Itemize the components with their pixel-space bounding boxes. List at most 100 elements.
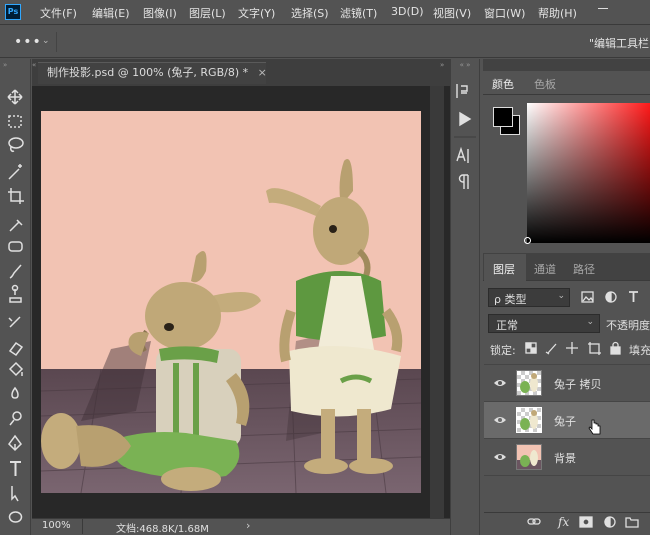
history-brush-tool-icon[interactable] bbox=[8, 316, 21, 328]
filter-adjustment-icon[interactable] bbox=[605, 291, 617, 303]
layers-bottom-icons: fx bbox=[527, 515, 639, 529]
chevron-down-icon[interactable]: ⌄ bbox=[42, 36, 50, 46]
lock-position-icon[interactable] bbox=[566, 342, 578, 354]
pen-tool-icon[interactable] bbox=[8, 434, 22, 452]
layer-row-selected[interactable]: 兔子 bbox=[484, 401, 650, 438]
tab-channels[interactable]: 通道 bbox=[534, 261, 556, 277]
visibility-eye-icon[interactable] bbox=[494, 451, 506, 463]
divider bbox=[82, 519, 83, 534]
lock-artboard-icon[interactable] bbox=[588, 342, 601, 355]
lock-label: 锁定: bbox=[490, 344, 516, 357]
tab-document[interactable]: 制作投影.psd @ 100% (兔子, RGB/8) * × bbox=[38, 62, 267, 84]
status-bar bbox=[32, 518, 450, 535]
minimize-icon[interactable] bbox=[598, 8, 608, 9]
healing-brush-tool-icon[interactable] bbox=[8, 241, 23, 252]
visibility-eye-icon[interactable] bbox=[494, 377, 506, 389]
panel-header bbox=[483, 59, 650, 71]
dock-icons bbox=[454, 84, 476, 189]
mask-icon[interactable] bbox=[579, 516, 593, 528]
hand-cursor-icon bbox=[588, 419, 601, 435]
layer-thumbnail bbox=[516, 407, 542, 433]
paragraph-icon[interactable] bbox=[458, 174, 469, 189]
group-folder-icon[interactable] bbox=[625, 517, 639, 528]
menu-edit[interactable]: 编辑(E) bbox=[92, 5, 130, 21]
photoshop-logo: Ps bbox=[5, 4, 21, 20]
magic-wand-tool-icon[interactable] bbox=[8, 164, 22, 180]
menu-type[interactable]: 文字(Y) bbox=[238, 5, 275, 21]
lock-image-icon[interactable] bbox=[545, 343, 557, 355]
layer-name: 背景 bbox=[554, 452, 576, 465]
visibility-eye-icon[interactable] bbox=[494, 414, 506, 426]
chevron-down-icon: ⌄ bbox=[557, 291, 565, 301]
vertical-scrollbar[interactable] bbox=[430, 86, 444, 518]
clone-stamp-tool-icon[interactable] bbox=[9, 284, 22, 303]
zoom-level[interactable]: 100% bbox=[42, 520, 71, 531]
filter-type-icon[interactable] bbox=[629, 291, 638, 302]
menu-layer[interactable]: 图层(L) bbox=[189, 5, 226, 21]
paint-bucket-tool-icon[interactable] bbox=[8, 361, 24, 377]
chevron-down-icon: ⌄ bbox=[586, 317, 594, 327]
filter-pixel-icon[interactable] bbox=[581, 291, 594, 303]
color-picker-field[interactable] bbox=[527, 103, 650, 243]
lock-all-icon[interactable] bbox=[610, 341, 621, 355]
edit-toolbar-label[interactable]: "编辑工具栏 bbox=[589, 35, 649, 51]
collapse-arrows-icon[interactable]: » bbox=[3, 61, 7, 69]
history-icon[interactable] bbox=[456, 84, 468, 98]
tab-layers[interactable]: 图层 bbox=[493, 261, 515, 277]
color-picker-cursor[interactable] bbox=[524, 237, 531, 244]
menu-help[interactable]: 帮助(H) bbox=[538, 5, 577, 21]
character-icon[interactable] bbox=[456, 146, 469, 163]
canvas-image[interactable] bbox=[41, 111, 421, 493]
options-bar bbox=[0, 26, 650, 58]
menu-filter[interactable]: 滤镜(T) bbox=[340, 5, 377, 21]
layer-name: 兔子 拷贝 bbox=[554, 378, 602, 391]
menu-image[interactable]: 图像(I) bbox=[143, 5, 177, 21]
fx-icon[interactable]: fx bbox=[557, 515, 569, 529]
lasso-tool-icon[interactable] bbox=[8, 137, 24, 152]
blend-mode-label: 正常 bbox=[496, 319, 518, 332]
menu-3d[interactable]: 3D(D) bbox=[391, 5, 424, 18]
layer-row[interactable]: 背景 bbox=[484, 438, 650, 475]
tab-swatches[interactable]: 色板 bbox=[534, 76, 556, 92]
play-icon[interactable] bbox=[459, 111, 472, 127]
close-tab-icon[interactable]: × bbox=[258, 66, 267, 79]
expand-arrows-icon[interactable]: » bbox=[440, 61, 444, 69]
menu-window[interactable]: 窗口(W) bbox=[484, 5, 525, 21]
rabbit-thumbnail-icon bbox=[520, 410, 538, 430]
marquee-tool-icon[interactable] bbox=[8, 115, 22, 128]
lock-transparent-icon[interactable] bbox=[525, 342, 537, 354]
ellipse-tool-icon[interactable] bbox=[8, 511, 23, 523]
status-menu-arrow[interactable]: › bbox=[246, 519, 250, 532]
foreground-color-swatch[interactable] bbox=[493, 107, 513, 127]
eraser-tool-icon[interactable] bbox=[8, 341, 24, 357]
dodge-tool-icon[interactable] bbox=[9, 411, 22, 426]
menu-view[interactable]: 视图(V) bbox=[433, 5, 471, 21]
path-selection-tool-icon[interactable] bbox=[11, 486, 19, 502]
layer-thumbnail bbox=[516, 370, 542, 396]
link-layers-icon[interactable] bbox=[527, 518, 541, 525]
document-tab-title: 制作投影.psd @ 100% (兔子, RGB/8) * bbox=[47, 66, 249, 79]
more-options-button[interactable]: ••• bbox=[14, 34, 42, 50]
menu-select[interactable]: 选择(S) bbox=[291, 5, 329, 21]
move-tool-icon[interactable] bbox=[7, 89, 23, 105]
tab-color[interactable]: 颜色 bbox=[492, 76, 514, 92]
opacity-label[interactable]: 不透明度 bbox=[606, 317, 650, 333]
crop-tool-icon[interactable] bbox=[8, 188, 24, 204]
adjustment-layer-icon[interactable] bbox=[604, 516, 616, 528]
filter-icons bbox=[581, 291, 638, 303]
blur-tool-icon[interactable] bbox=[11, 386, 19, 399]
doc-info: 文档:468.8K/1.68M bbox=[116, 524, 209, 535]
layer-filter-select[interactable]: ρ 类型 ⌄ bbox=[488, 288, 570, 307]
eyedropper-tool-icon[interactable] bbox=[9, 219, 23, 232]
collapse-arrows-icon[interactable]: « bbox=[32, 61, 36, 69]
divider bbox=[484, 475, 650, 476]
type-tool-icon[interactable] bbox=[10, 461, 21, 476]
menu-file[interactable]: 文件(F) bbox=[40, 5, 77, 21]
collapse-arrows-icon[interactable]: « » bbox=[451, 61, 479, 71]
fill-label[interactable]: 填充 bbox=[629, 342, 650, 358]
brush-tool-icon[interactable] bbox=[9, 264, 22, 279]
tab-paths[interactable]: 路径 bbox=[573, 261, 595, 277]
layer-row[interactable]: 兔子 拷贝 bbox=[484, 364, 650, 401]
blend-mode-select[interactable]: 正常 ⌄ bbox=[488, 314, 600, 333]
layer-thumbnail bbox=[516, 444, 542, 470]
